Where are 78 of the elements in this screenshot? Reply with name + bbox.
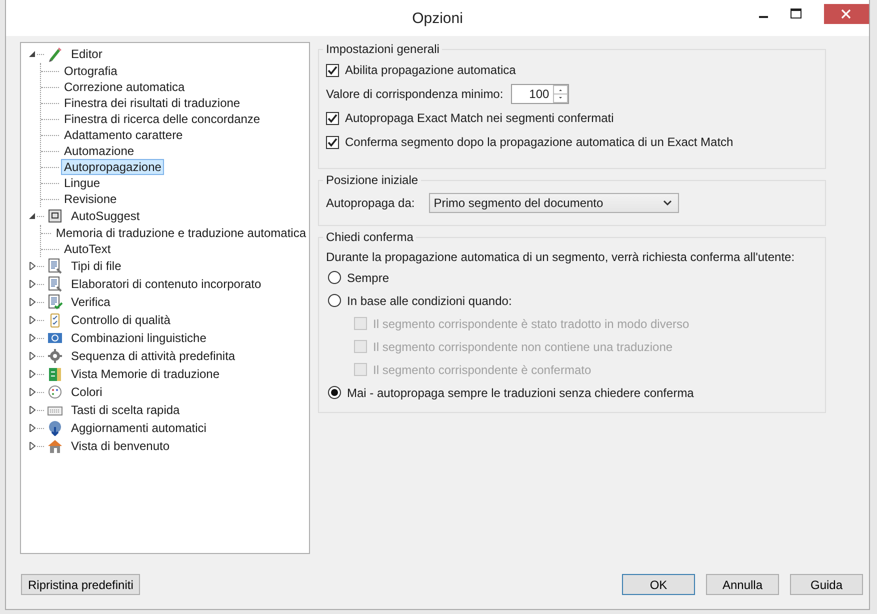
checkbox[interactable]	[326, 112, 339, 124]
checkbox-label: Il segmento corrispondente è stato tradotto in modo diverso	[373, 316, 690, 330]
dialog-button[interactable]: Annulla	[706, 574, 779, 595]
tree-item[interactable]: Revisione	[61, 191, 120, 207]
radio-label: Mai - autopropaga sempre le traduzioni senza chiedere conferma	[347, 386, 694, 400]
group-title: Chiedi conferma	[325, 230, 414, 244]
tree-item[interactable]: Finestra di ricerca delle concordanze	[61, 111, 264, 127]
spin-arrows-icon[interactable]	[553, 85, 568, 103]
expand-icon[interactable]	[29, 424, 36, 432]
checkbox-label: Abilita propagazione automatica	[345, 63, 516, 77]
tree-item[interactable]: Memoria di traduzione e traduzione automatica	[52, 225, 309, 241]
tree-item[interactable]: Aggiornamenti automatici	[68, 420, 210, 436]
tree-item[interactable]: Adattamento carattere	[61, 127, 186, 143]
collapse-icon[interactable]	[29, 212, 36, 220]
expand-icon[interactable]	[29, 370, 36, 378]
checkbox-label: Il segmento corrispondente è confermato	[373, 362, 592, 376]
dialog-button[interactable]: OK	[622, 574, 695, 595]
tree-item[interactable]: Sequenza di attività predefinita	[68, 348, 238, 364]
document-check-icon	[47, 294, 63, 310]
tree-item[interactable]: Vista Memorie di traduzione	[68, 366, 223, 382]
expand-icon[interactable]	[29, 442, 36, 450]
gear-icon	[47, 348, 63, 364]
tree-item[interactable]: AutoSuggest	[68, 208, 143, 224]
expand-icon[interactable]	[29, 406, 36, 414]
group-title: Posizione iniziale	[325, 173, 420, 187]
tree-item[interactable]: Finestra dei risultati di traduzione	[61, 95, 244, 111]
tree-item[interactable]: Vista di benvenuto	[68, 438, 173, 454]
expand-icon[interactable]	[29, 280, 36, 288]
start-dropdown[interactable]: Primo segmento del documento	[428, 193, 679, 213]
palette-icon	[47, 384, 63, 400]
tree-item[interactable]: Verifica	[68, 294, 114, 310]
checkbox-label: Autopropaga Exact Match nei segmenti confermati	[345, 111, 614, 125]
number-spinner[interactable]: 100	[511, 84, 570, 104]
window-title: Opzioni	[412, 10, 463, 27]
tree-item[interactable]: Combinazioni linguistiche	[68, 330, 210, 346]
close-icon[interactable]	[824, 4, 869, 24]
collapse-icon[interactable]	[29, 50, 36, 58]
tree-item[interactable]: Editor	[68, 46, 106, 62]
tree-item[interactable]: Correzione automatica	[61, 79, 188, 95]
document-icon	[47, 258, 63, 274]
dialog-button[interactable]: Guida	[790, 574, 863, 595]
expand-icon[interactable]	[29, 334, 36, 342]
chevron-down-icon	[662, 200, 672, 206]
tree-item[interactable]: AutoText	[61, 241, 114, 257]
radio-label: Sempre	[347, 270, 390, 284]
house-icon	[47, 438, 63, 454]
document-icon	[47, 276, 63, 292]
checkbox[interactable]	[326, 64, 339, 76]
expand-icon[interactable]	[29, 298, 36, 306]
radio-button[interactable]	[328, 386, 341, 399]
window-icon	[47, 208, 63, 224]
tree-item[interactable]: Lingue	[61, 175, 104, 191]
pencil-icon	[47, 46, 63, 62]
expand-icon[interactable]	[29, 262, 36, 270]
tree-item[interactable]: Controllo di qualità	[68, 312, 174, 328]
dialog-button[interactable]: Ripristina predefiniti	[21, 574, 140, 595]
tree-item[interactable]: Automazione	[61, 143, 138, 159]
tree-item[interactable]: Elaboratori di contenuto incorporato	[68, 276, 264, 292]
description-text: Durante la propagazione automatica di un segmento, verrà richiesta conferma all'utente:	[326, 250, 796, 264]
tree-item[interactable]: Tasti di scelta rapida	[68, 402, 183, 418]
checkbox-label: Conferma segmento dopo la propagazione automatica di un Exact Match	[345, 135, 734, 149]
group-title: Impostazioni generali	[325, 42, 440, 56]
tree-item[interactable]: Ortografia	[61, 63, 120, 79]
tree-item[interactable]: Autopropagazione	[61, 159, 164, 175]
radio-label: In base alle condizioni quando:	[347, 294, 512, 308]
maximize-icon[interactable]	[790, 8, 802, 20]
expand-icon[interactable]	[29, 352, 36, 360]
spinner-label: Valore di corrispondenza minimo:	[326, 87, 504, 101]
checkbox[interactable]	[326, 136, 339, 148]
book-icon	[47, 366, 63, 382]
radio-button[interactable]	[328, 271, 341, 284]
dropdown-label: Autopropaga da:	[326, 196, 415, 210]
checkbox-label: Il segmento corrispondente non contiene una traduzione	[373, 340, 673, 354]
expand-icon[interactable]	[29, 388, 36, 396]
tree-item[interactable]: Colori	[68, 384, 106, 400]
tree-item[interactable]: Tipi di file	[68, 258, 124, 274]
expand-icon[interactable]	[29, 316, 36, 324]
radio-button[interactable]	[328, 294, 341, 307]
